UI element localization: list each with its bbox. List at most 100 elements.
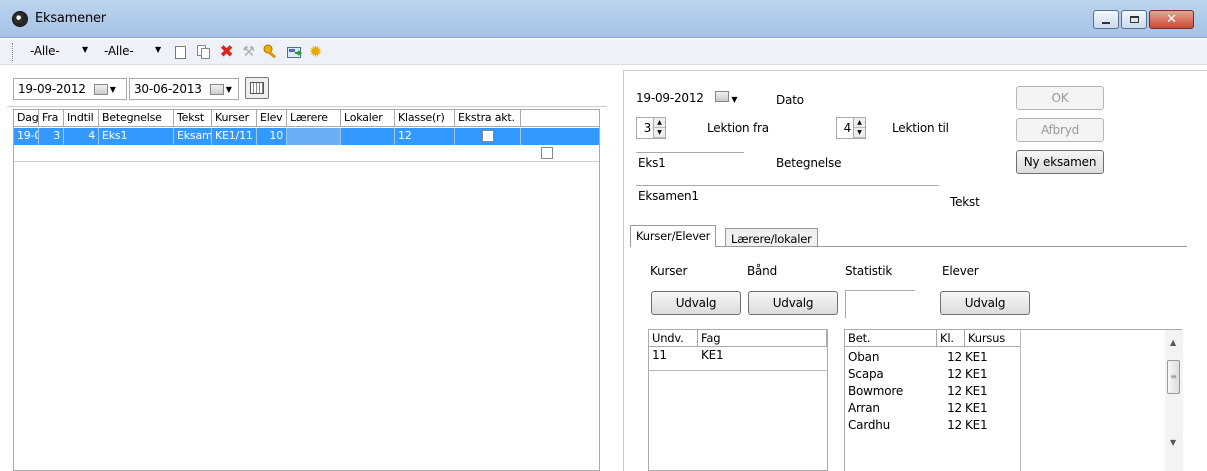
cell-kursus: KE1: [965, 384, 988, 398]
close-button[interactable]: ✕: [1149, 10, 1194, 29]
column-header[interactable]: Ekstra akt.: [455, 110, 521, 126]
cell-kursus: KE1: [965, 418, 988, 432]
column-header[interactable]: Lærere: [287, 110, 341, 126]
export-icon[interactable]: [285, 43, 302, 60]
column-header[interactable]: Kl.: [937, 330, 965, 346]
calendar-icon: [209, 83, 224, 95]
cell-tekst: Eksam: [174, 128, 212, 145]
toolbar-grip[interactable]: [12, 43, 14, 61]
date-picker[interactable]: 19-09-2012 ▼: [636, 91, 738, 105]
afbryd-button[interactable]: Afbryd: [1016, 118, 1104, 142]
elever-udvalg-button[interactable]: Udvalg: [940, 291, 1030, 315]
lektion-fra-spinner[interactable]: 3 ▲ ▼: [636, 117, 666, 139]
ny-eksamen-button[interactable]: Ny eksamen: [1016, 150, 1104, 174]
list-item[interactable]: Arran 12 KE1: [845, 400, 1021, 417]
cell-dag: 19-09: [14, 128, 39, 145]
scroll-up-icon[interactable]: ▲: [1170, 338, 1176, 347]
tab-laerere-lokaler[interactable]: Lærere/lokaler: [725, 228, 818, 247]
close-icon: ✕: [1166, 12, 1177, 27]
chevron-down-icon: ▼: [731, 95, 738, 104]
column-header[interactable]: Kursus: [965, 330, 1021, 346]
scroll-down-icon[interactable]: ▼: [1170, 438, 1176, 447]
list-item[interactable]: Bowmore 12 KE1: [845, 383, 1021, 400]
calendar-grid-icon: [250, 82, 264, 94]
tab-kurser-elever[interactable]: Kurser/Elever: [630, 225, 717, 247]
column-header[interactable]: Klasse(r): [395, 110, 455, 126]
tekst-label: Tekst: [950, 195, 980, 209]
exam-grid[interactable]: Dag Fra Indtil Betegnelse Tekst Kurser E…: [13, 109, 600, 471]
list-item[interactable]: Scapa 12 KE1: [845, 366, 1021, 383]
vertical-scrollbar[interactable]: ▲ ≡ ▼: [1165, 330, 1183, 471]
cell-kl: 12: [947, 367, 962, 381]
betegnelse-field[interactable]: Eks1: [636, 152, 744, 173]
column-header[interactable]: Indtil: [64, 110, 99, 126]
tools-icon[interactable]: ⚒: [240, 43, 257, 60]
cell-kl: 12: [947, 401, 962, 415]
elev-rows: Oban 12 KE1 Scapa 12 KE1 Bowmore 12 KE1 Arran 1…: [845, 349, 1021, 434]
elever-label: Elever: [942, 264, 979, 278]
ekstra-checkbox[interactable]: [541, 147, 553, 159]
column-header[interactable]: Tekst: [174, 110, 212, 126]
column-header[interactable]: Bet.: [845, 330, 937, 346]
new-icon[interactable]: [172, 43, 189, 60]
restore-icon: [1129, 16, 1139, 23]
cell-fag: KE1: [701, 348, 724, 362]
grid-header: Dag Fra Indtil Betegnelse Tekst Kurser E…: [14, 110, 599, 127]
date-from-picker[interactable]: 19-09-2012 ▼: [13, 78, 127, 100]
calendar-button[interactable]: [245, 77, 269, 99]
column-header[interactable]: Fag: [698, 330, 827, 346]
cell-ekstra: [455, 128, 521, 145]
list-item[interactable]: Cardhu 12 KE1: [845, 417, 1021, 434]
cell-undv: 11: [652, 348, 667, 362]
app-clock-icon: [12, 11, 28, 27]
ok-button[interactable]: OK: [1016, 86, 1104, 110]
chevron-down-icon: ▼: [109, 84, 116, 94]
kurser-udvalg-button[interactable]: Udvalg: [651, 291, 741, 315]
date-value: 19-09-2012: [636, 91, 704, 105]
cell-bet: Cardhu: [848, 418, 891, 432]
list-item[interactable]: Oban 12 KE1: [845, 349, 1021, 366]
cell-kl: 12: [947, 384, 962, 398]
scroll-thumb[interactable]: ≡: [1167, 360, 1180, 394]
chevron-down-icon[interactable]: ▼: [82, 45, 88, 54]
delete-icon[interactable]: ✖: [218, 42, 235, 62]
toolbar: -Alle- ▼ -Alle- ▼ ✖ ⚒ ✹: [0, 39, 1207, 65]
column-header[interactable]: Dag: [14, 110, 39, 126]
column-header[interactable]: Undv.: [649, 330, 698, 346]
column-header[interactable]: Elev: [257, 110, 287, 126]
date-to-picker[interactable]: 30-06-2013 ▼: [129, 78, 239, 100]
key-icon[interactable]: [262, 43, 279, 60]
column-header[interactable]: Lokaler: [341, 110, 395, 126]
settings-icon[interactable]: ✹: [307, 42, 324, 61]
filter2-dropdown[interactable]: -Alle-: [104, 44, 134, 58]
chevron-down-icon[interactable]: ▼: [155, 45, 161, 54]
spinner-arrows-icon[interactable]: ▲ ▼: [653, 118, 665, 138]
restore-button[interactable]: [1121, 10, 1147, 29]
column-header[interactable]: Kurser: [212, 110, 257, 126]
filter1-dropdown[interactable]: -Alle-: [30, 44, 60, 58]
baand-udvalg-button[interactable]: Udvalg: [748, 291, 838, 315]
cell-kurser: KE1/11: [212, 128, 257, 145]
list-item[interactable]: 11 KE1: [649, 347, 827, 364]
table-row[interactable]: 19-09 3 4 Eks1 Eksam KE1/11 10 12: [14, 128, 599, 145]
ekstra-checkbox[interactable]: [481, 130, 494, 142]
date-from-value: 19-09-2012: [18, 82, 86, 96]
fag-list[interactable]: Undv. Fag 11 KE1: [648, 329, 828, 471]
cell-elev: 10: [257, 128, 287, 145]
date-to-value: 30-06-2013: [134, 82, 202, 96]
column-header[interactable]: Fra: [39, 110, 64, 126]
tekst-field[interactable]: Eksamen1: [636, 185, 939, 206]
elev-list[interactable]: Bet. Kl. Kursus Oban 12 KE1 Scapa 12 KE1 Bow…: [844, 329, 1183, 471]
minimize-button[interactable]: [1093, 10, 1119, 29]
list-header: Undv. Fag: [649, 330, 827, 347]
lektion-fra-value: 3: [643, 121, 652, 135]
column-header[interactable]: Betegnelse: [99, 110, 174, 126]
cell-lokaler: [341, 128, 395, 145]
spinner-arrows-icon[interactable]: ▲ ▼: [853, 118, 865, 138]
copy-icon[interactable]: [195, 43, 212, 60]
dato-label: Dato: [776, 93, 804, 107]
lektion-til-spinner[interactable]: 4 ▲ ▼: [836, 117, 866, 139]
table-row-new[interactable]: [14, 145, 599, 162]
cell-kursus: KE1: [965, 401, 988, 415]
cell-kursus: KE1: [965, 367, 988, 381]
